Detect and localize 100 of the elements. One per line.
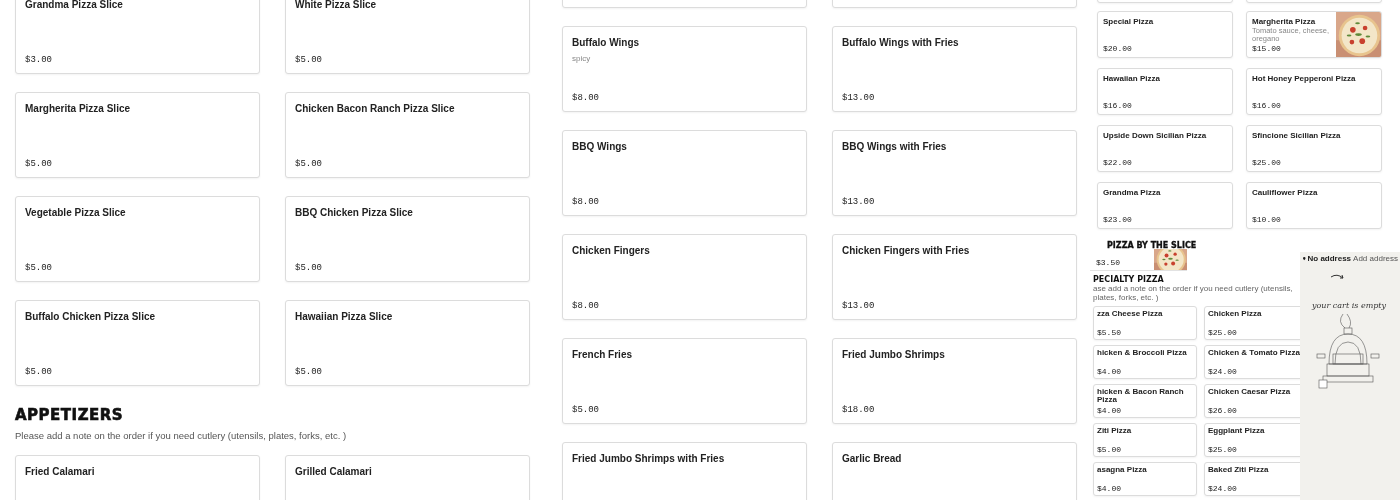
item-name: BBQ Wings xyxy=(572,141,628,152)
menu-card[interactable]: Fried Jumbo Shrimps $18.00 xyxy=(832,338,1077,424)
item-name: Fried Jumbo Shrimps xyxy=(842,349,946,360)
item-price: $8.00 xyxy=(572,197,600,207)
item-price: $10.00 xyxy=(1252,215,1282,224)
menu-card[interactable]: Buffalo Wings with Fries $13.00 xyxy=(832,26,1077,112)
item-price: $18.00 xyxy=(842,405,876,415)
section-note: Please add a note on the order if you need cutlery (utensils, plates, forks, etc. ) xyxy=(15,430,348,441)
item-price: $25.00 xyxy=(1252,158,1282,167)
menu-card[interactable]: Hawaiian Pizza $16.00 xyxy=(1097,68,1233,115)
item-price: $3.50 xyxy=(1095,258,1120,269)
menu-card[interactable]: BBQ Wings $8.00 xyxy=(562,130,807,216)
item-price: $5.00 xyxy=(295,55,323,65)
menu-card[interactable]: Fried Calamari xyxy=(15,455,260,500)
item-price: $13.00 xyxy=(842,197,876,207)
item-price: $5.00 xyxy=(25,263,53,273)
menu-card[interactable]: Grilled Calamari xyxy=(285,455,530,500)
item-name: Garlic Bread xyxy=(842,453,903,464)
item-name: Sfincione Sicilian Pizza xyxy=(1252,131,1342,140)
menu-card[interactable]: Hawaiian Pizza Slice $5.00 xyxy=(285,300,530,386)
item-name: Special Pizza xyxy=(1103,17,1155,26)
menu-card[interactable]: Grandma Pizza $23.00 xyxy=(1097,182,1233,229)
menu-card[interactable]: Hot Honey Pepperoni Pizza $16.00 xyxy=(1246,68,1382,115)
menu-card[interactable]: BBQ Wings with Fries $13.00 xyxy=(832,130,1077,216)
menu-card[interactable]: Sfincione Sicilian Pizza $25.00 xyxy=(1246,125,1382,172)
menu-card[interactable]: Margherita Pizza Slice $5.00 xyxy=(15,92,260,178)
menu-card[interactable]: Eggplant Pizza $25.00 xyxy=(1204,422,1300,457)
menu-card[interactable]: Fried Jumbo Shrimps with Fries xyxy=(562,442,807,500)
item-price: $23.00 xyxy=(1103,215,1133,224)
item-name: Fried Jumbo Shrimps with Fries xyxy=(572,453,726,464)
item-price: $15.00 xyxy=(1252,44,1282,53)
item-name: Margherita Pizza Slice xyxy=(25,103,132,114)
item-name: Cauliflower Pizza xyxy=(1252,188,1319,197)
item-price: $5.00 xyxy=(295,159,323,169)
item-price: $4.00 xyxy=(1097,483,1122,493)
item-name: White Pizza Slice xyxy=(295,0,378,10)
item-name: Baked Ziti Pizza xyxy=(1208,465,1270,475)
item-price: $13.00 xyxy=(842,93,876,103)
item-price: $5.00 xyxy=(1097,444,1122,454)
menu-card[interactable]: Chicken Fingers with Fries $13.00 xyxy=(832,234,1077,320)
item-name: Chicken Caesar Pizza xyxy=(1208,387,1292,397)
item-name: Vegetable Pizza Slice xyxy=(25,207,127,218)
item-name: Hawaiian Pizza xyxy=(1103,74,1161,83)
menu-card[interactable]: hicken & Bacon Ranch Pizza $4.00 xyxy=(1093,383,1197,418)
item-name: Buffalo Wings with Fries xyxy=(842,37,960,48)
item-name: Fried Calamari xyxy=(25,466,96,477)
menu-card[interactable]: Vegetable Pizza Slice $5.00 xyxy=(15,196,260,282)
menu-card[interactable]: Grandma Pizza Slice $3.00 xyxy=(15,0,260,74)
item-price: $5.00 xyxy=(572,405,600,415)
item-price: $16.00 xyxy=(1252,101,1282,110)
item-name: Upside Down Sicilian Pizza xyxy=(1103,131,1208,140)
item-price: $5.00 xyxy=(295,367,323,377)
menu-card[interactable]: Garlic Bread xyxy=(832,442,1077,500)
item-name: Chicken Fingers xyxy=(572,245,651,256)
item-price: $20.00 xyxy=(1103,44,1133,53)
item-name: Buffalo Chicken Pizza Slice xyxy=(25,311,157,322)
item-name: Grilled Calamari xyxy=(295,466,373,477)
item-name: Chicken Fingers with Fries xyxy=(842,245,971,256)
item-name: hicken & Broccoli Pizza xyxy=(1097,348,1188,358)
item-name: Eggplant Pizza xyxy=(1208,426,1266,436)
item-price: $5.00 xyxy=(25,159,53,169)
arrow-icon xyxy=(1330,273,1346,281)
item-price: $22.00 xyxy=(1103,158,1133,167)
item-name: Chicken Bacon Ranch Pizza Slice xyxy=(295,103,456,114)
menu-card[interactable]: Chicken Fingers $8.00 xyxy=(562,234,807,320)
section-heading: APPETIZERS xyxy=(15,406,125,424)
address-label: No address xyxy=(1307,254,1352,263)
menu-card[interactable]: Baked Ziti Pizza $24.00 xyxy=(1204,461,1300,496)
item-name: Grandma Pizza Slice xyxy=(25,0,124,10)
item-name: Ziti Pizza xyxy=(1097,426,1133,436)
menu-card[interactable]: Buffalo Wings spicy $8.00 xyxy=(562,26,807,112)
menu-card[interactable]: French Fries $5.00 xyxy=(562,338,807,424)
item-name: BBQ Wings with Fries xyxy=(842,141,948,152)
menu-card[interactable]: White Pizza Slice $5.00 xyxy=(285,0,530,74)
menu-card[interactable]: Chicken Caesar Pizza $26.00 xyxy=(1204,383,1300,418)
add-address-link[interactable]: Add address xyxy=(1353,254,1398,263)
menu-card[interactable]: BBQ Chicken Pizza Slice $5.00 xyxy=(285,196,530,282)
menu-card[interactable]: Upside Down Sicilian Pizza $22.00 xyxy=(1097,125,1233,172)
menu-card[interactable]: Cauliflower Pizza $10.00 xyxy=(1246,182,1382,229)
item-price: $4.00 xyxy=(1097,405,1122,415)
menu-card[interactable]: Special Pizza $20.00 xyxy=(1097,11,1233,58)
item-name: Buffalo Wings xyxy=(572,37,641,48)
item-name: asagna Pizza xyxy=(1097,465,1148,475)
item-price: $24.00 xyxy=(1208,483,1238,493)
menu-card[interactable]: Chicken Pizza $25.00 xyxy=(1204,305,1300,340)
item-price: $3.00 xyxy=(25,55,53,65)
menu-card[interactable]: Buffalo Chicken Pizza Slice $5.00 xyxy=(15,300,260,386)
menu-card[interactable]: Chicken & Tomato Pizza $24.00 xyxy=(1204,344,1300,379)
section-note: ase add a note on the order if you need cutlery (utensils, plates, forks, etc. ) xyxy=(1093,285,1294,303)
menu-card[interactable]: Chicken Bacon Ranch Pizza Slice $5.00 xyxy=(285,92,530,178)
menu-card[interactable]: asagna Pizza $4.00 xyxy=(1093,461,1197,496)
location-pin-icon xyxy=(1303,256,1306,261)
item-price: $5.00 xyxy=(295,263,323,273)
item-price: $24.00 xyxy=(1208,366,1238,376)
item-name: zza Cheese Pizza xyxy=(1097,309,1164,319)
item-name: Grandma Pizza xyxy=(1103,188,1162,197)
item-name: Chicken & Tomato Pizza xyxy=(1208,348,1300,358)
empty-cart-message: your cart is empty xyxy=(1312,301,1387,310)
item-price: $25.00 xyxy=(1208,327,1238,337)
item-name: Hot Honey Pepperoni Pizza xyxy=(1252,74,1357,83)
